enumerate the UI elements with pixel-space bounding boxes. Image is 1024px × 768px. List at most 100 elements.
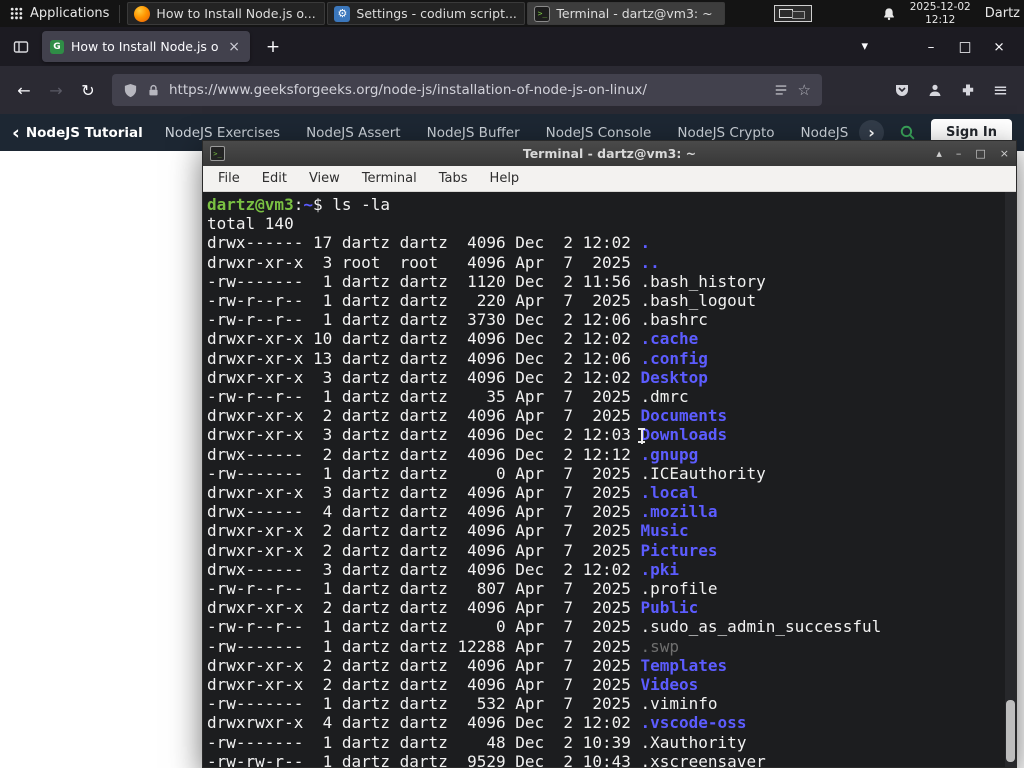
- terminal-output-line: drwxr-xr-x 3 dartz dartz 4096 Apr 7 2025…: [207, 483, 1016, 502]
- window-minimize-button[interactable]: –: [914, 39, 948, 55]
- terminal-output-line: -rw-r--r-- 1 dartz dartz 807 Apr 7 2025 …: [207, 579, 1016, 598]
- terminal-shade-button[interactable]: ▴: [936, 147, 942, 160]
- site-nav-item[interactable]: NodeJS Exercises: [165, 125, 280, 141]
- new-tab-button[interactable]: +: [260, 37, 286, 57]
- file-name: .cache: [640, 329, 699, 349]
- workspace-pager[interactable]: [774, 5, 813, 22]
- site-nav-item[interactable]: NodeJS Assert: [306, 125, 401, 141]
- firefox-icon: [134, 5, 151, 22]
- terminal-scrollbar[interactable]: [1005, 192, 1016, 767]
- account-icon[interactable]: [927, 82, 943, 98]
- terminal-output-line: -rw------- 1 dartz dartz 1120 Dec 2 11:5…: [207, 272, 1016, 291]
- site-nav-items: NodeJS Exercises NodeJS Assert NodeJS Buff…: [165, 125, 851, 141]
- terminal-body[interactable]: dartz@vm3:~$ ls -la total 140 drwx------ …: [203, 192, 1016, 767]
- file-meta: drwxr-xr-x 2 dartz dartz 4096 Apr 7 2025: [207, 598, 641, 618]
- terminal-menu-help[interactable]: Help: [479, 171, 531, 186]
- terminal-output-line: drwx------ 3 dartz dartz 4096 Dec 2 12:0…: [207, 560, 1016, 579]
- browser-tab[interactable]: G How to Install Node.js on ×: [42, 31, 250, 62]
- terminal-menu-terminal[interactable]: Terminal: [351, 171, 428, 186]
- search-icon[interactable]: [899, 124, 916, 141]
- notification-bell-icon[interactable]: [882, 7, 896, 21]
- file-name: .sudo_as_admin_successful: [640, 617, 882, 637]
- desktop-panel: Applications How to Install Node.js o...…: [0, 0, 1024, 27]
- lock-icon[interactable]: [147, 84, 160, 97]
- site-nav-item[interactable]: NodeJS Console: [546, 125, 652, 141]
- extensions-puzzle-icon[interactable]: [960, 82, 976, 98]
- clock-date: 2025-12-02: [909, 0, 971, 13]
- settings-icon: ⚙: [334, 5, 351, 22]
- bookmark-star-icon[interactable]: ☆: [797, 81, 810, 99]
- taskbar-window-button[interactable]: How to Install Node.js o...: [127, 2, 326, 25]
- terminal-output-line: drwxr-xr-x 3 dartz dartz 4096 Dec 2 12:0…: [207, 368, 1016, 387]
- terminal-output-line: drwxr-xr-x 2 dartz dartz 4096 Apr 7 2025…: [207, 541, 1016, 560]
- terminal-menu-tabs[interactable]: Tabs: [428, 171, 479, 186]
- taskbar-window-button[interactable]: >_ Terminal - dartz@vm3: ~: [527, 2, 726, 25]
- terminal-output-line: -rw------- 1 dartz dartz 48 Dec 2 10:39 …: [207, 733, 1016, 752]
- tracking-shield-icon[interactable]: [123, 83, 138, 98]
- window-maximize-button[interactable]: □: [948, 39, 982, 55]
- file-meta: -rw------- 1 dartz dartz 1120 Dec 2 11:5…: [207, 271, 641, 291]
- terminal-maximize-button[interactable]: □: [975, 147, 985, 160]
- applications-grid-icon: [10, 7, 23, 20]
- terminal-output-line: drwxr-xr-x 3 root root 4096 Apr 7 2025 .…: [207, 253, 1016, 272]
- url-text[interactable]: https://www.geeksforgeeks.org/node-js/in…: [169, 82, 765, 98]
- forward-button[interactable]: →: [40, 74, 72, 106]
- file-name: .ICEauthority: [640, 463, 766, 483]
- terminal-titlebar[interactable]: >_ Terminal - dartz@vm3: ~ ▴ – □ ×: [203, 141, 1016, 166]
- menu-hamburger-icon[interactable]: ≡: [993, 80, 1008, 101]
- file-name: .profile: [640, 579, 718, 599]
- file-meta: -rw-r--r-- 1 dartz dartz 3730 Dec 2 12:0…: [207, 310, 641, 330]
- firefox-view-icon[interactable]: [8, 34, 34, 60]
- terminal-output-line: drwxr-xr-x 13 dartz dartz 4096 Dec 2 12:…: [207, 349, 1016, 368]
- terminal-menu-view[interactable]: View: [298, 171, 351, 186]
- terminal-scrollbar-thumb[interactable]: [1006, 700, 1015, 762]
- taskbar: How to Install Node.js o... ⚙ Settings - c…: [126, 0, 726, 27]
- file-name: .swp: [640, 636, 680, 656]
- list-all-tabs-icon[interactable]: ▾: [861, 39, 868, 54]
- site-nav-item[interactable]: NodeJS DNS: [801, 125, 851, 141]
- site-nav-active-item[interactable]: NodeJS Tutorial: [26, 125, 143, 141]
- file-meta: -rw-r--r-- 1 dartz dartz 220 Apr 7 2025: [207, 291, 641, 311]
- file-name: .xscreensaver: [640, 751, 766, 767]
- file-meta: -rw-r--r-- 1 dartz dartz 807 Apr 7 2025: [207, 579, 641, 599]
- terminal-output-line: drwxr-xr-x 2 dartz dartz 4096 Apr 7 2025…: [207, 656, 1016, 675]
- window-close-button[interactable]: ×: [982, 39, 1016, 55]
- terminal-minimize-button[interactable]: –: [956, 147, 962, 160]
- file-name: .gnupg: [640, 444, 699, 464]
- back-button[interactable]: ←: [8, 74, 40, 106]
- browser-tab-bar: G How to Install Node.js on × + ▾ – □ ×: [0, 27, 1024, 66]
- file-name: Desktop: [640, 367, 708, 387]
- applications-label: Applications: [30, 6, 110, 21]
- file-meta: drwxr-xr-x 10 dartz dartz 4096 Dec 2 12:…: [207, 329, 641, 349]
- terminal-output-line: drwx------ 4 dartz dartz 4096 Apr 7 2025…: [207, 502, 1016, 521]
- user-menu[interactable]: Dartz: [985, 6, 1020, 21]
- file-meta: -rw-r--r-- 1 dartz dartz 35 Apr 7 2025: [207, 387, 641, 407]
- terminal-close-button[interactable]: ×: [1000, 147, 1009, 160]
- taskbar-window-button[interactable]: ⚙ Settings - codium script...: [327, 2, 526, 25]
- terminal-menu-edit[interactable]: Edit: [251, 171, 298, 186]
- nav-scroll-left-icon[interactable]: ‹: [12, 122, 20, 144]
- terminal-output-line: drwxr-xr-x 2 dartz dartz 4096 Apr 7 2025…: [207, 406, 1016, 425]
- terminal-menu-file[interactable]: File: [207, 171, 251, 186]
- terminal-output-line: drwxr-xr-x 10 dartz dartz 4096 Dec 2 12:…: [207, 329, 1016, 348]
- file-meta: drwxr-xr-x 3 dartz dartz 4096 Dec 2 12:0…: [207, 367, 641, 387]
- site-nav-item[interactable]: NodeJS Buffer: [427, 125, 520, 141]
- pocket-icon[interactable]: [894, 82, 910, 98]
- panel-clock[interactable]: 2025-12-02 12:12: [910, 1, 971, 26]
- terminal-output-line: drwxr-xr-x 2 dartz dartz 4096 Apr 7 2025…: [207, 598, 1016, 617]
- file-meta: drwxr-xr-x 3 root root 4096 Apr 7 2025: [207, 252, 641, 272]
- terminal-title: Terminal - dartz@vm3: ~: [522, 146, 697, 161]
- file-meta: -rw-r--r-- 1 dartz dartz 0 Apr 7 2025: [207, 617, 641, 637]
- terminal-app-icon: >_: [210, 146, 225, 161]
- clock-time: 12:12: [925, 13, 956, 26]
- url-bar[interactable]: https://www.geeksforgeeks.org/node-js/in…: [112, 74, 822, 106]
- file-name: ..: [640, 252, 660, 272]
- taskbar-window-title: How to Install Node.js o...: [156, 6, 316, 21]
- tab-close-icon[interactable]: ×: [226, 39, 242, 55]
- reload-button[interactable]: ↻: [72, 74, 104, 106]
- file-name: .vscode-oss: [640, 713, 747, 733]
- applications-menu[interactable]: Applications: [0, 0, 119, 27]
- site-nav-item[interactable]: NodeJS Crypto: [677, 125, 774, 141]
- taskbar-window-title: Settings - codium script...: [356, 6, 517, 21]
- reader-view-icon[interactable]: [774, 83, 788, 97]
